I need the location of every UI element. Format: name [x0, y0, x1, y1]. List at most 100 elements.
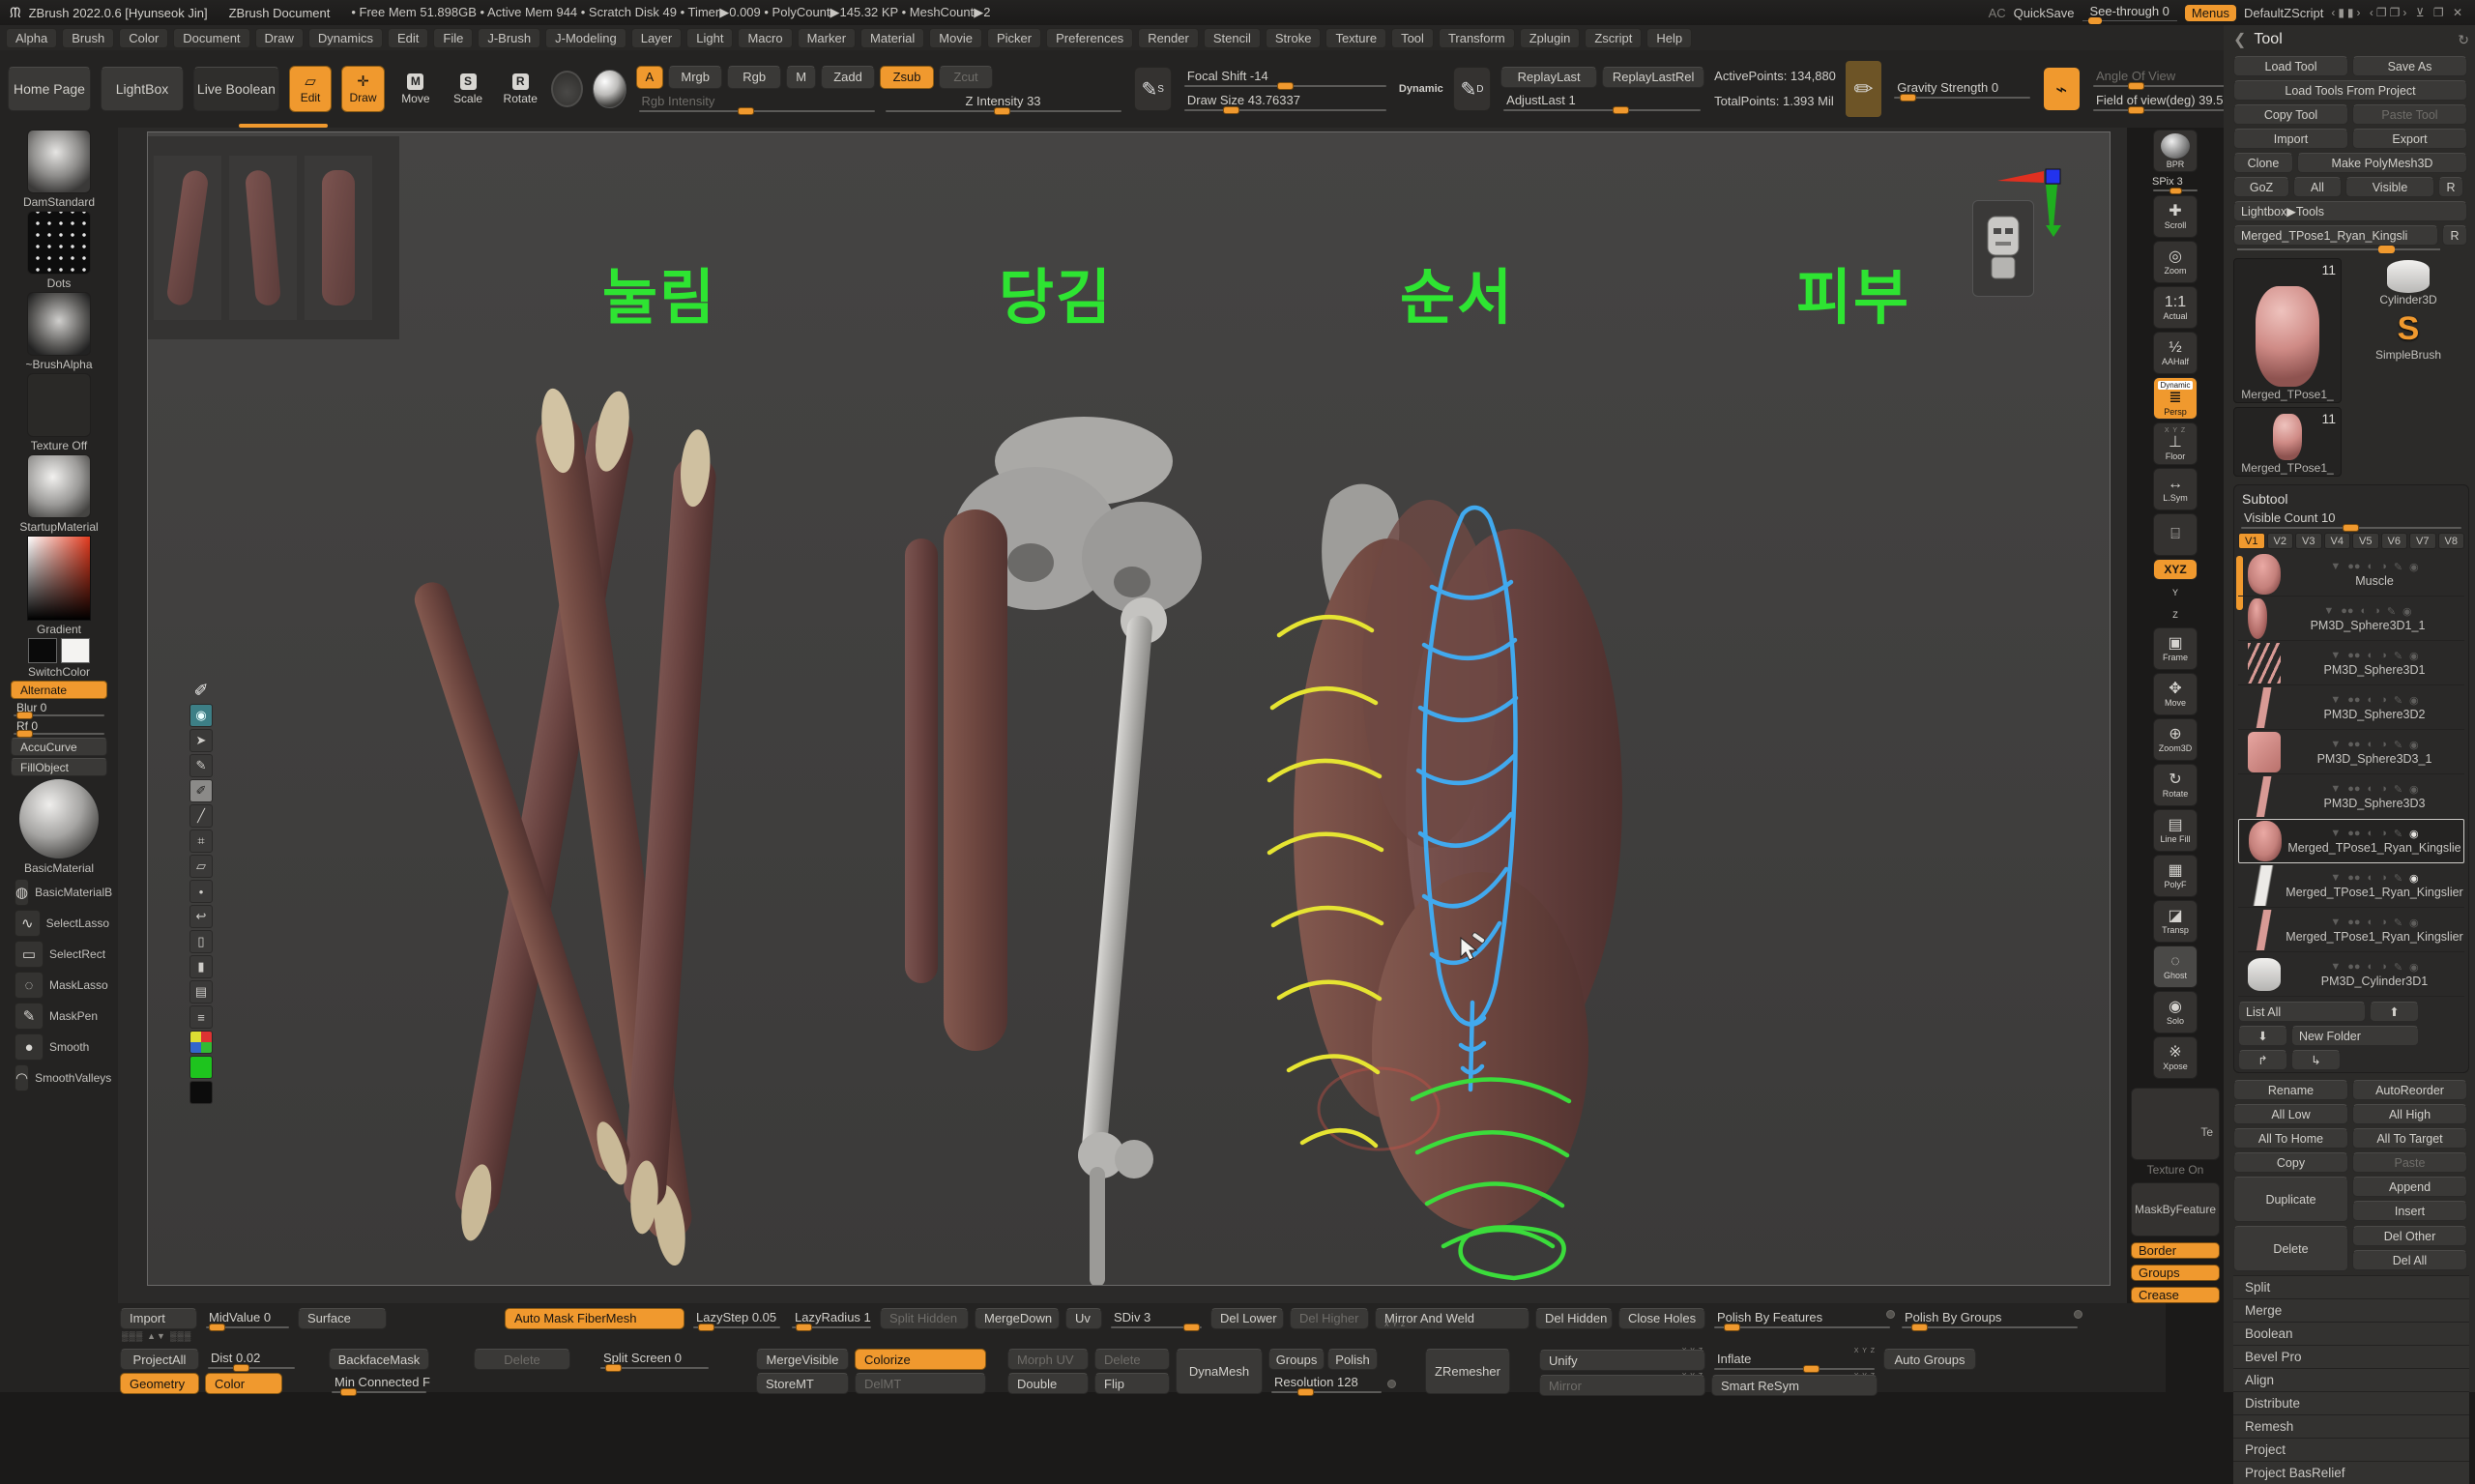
- rgb-intensity-slider[interactable]: Rgb Intensity: [636, 92, 878, 113]
- paste-tool-button[interactable]: Paste Tool: [2352, 104, 2467, 125]
- subtool-mode-icon[interactable]: ◐: [2368, 739, 2374, 751]
- scroll-button[interactable]: ✚Scroll: [2153, 195, 2198, 238]
- dynamesh-button[interactable]: DynaMesh: [1176, 1349, 1263, 1394]
- active-tool-thumbnail[interactable]: 11 Merged_TPose1_: [2233, 258, 2342, 403]
- fillobject-button[interactable]: FillObject: [11, 758, 107, 776]
- current-material-thumbnail[interactable]: [593, 70, 626, 108]
- crease-button[interactable]: Crease: [2131, 1287, 2220, 1303]
- subtool-mode-icon[interactable]: ◐: [2368, 694, 2374, 707]
- subtool-mode-icon[interactable]: ▼: [2330, 828, 2341, 840]
- menu-texture[interactable]: Texture: [1325, 28, 1386, 48]
- new-folder-button[interactable]: New Folder: [2291, 1026, 2419, 1046]
- subtool-mode-icon[interactable]: ◑: [2380, 828, 2387, 840]
- polish-by-groups-slider[interactable]: Polish By Groups: [1899, 1308, 2081, 1329]
- pen-x-icon[interactable]: ✎: [189, 754, 213, 777]
- paint-mode-a[interactable]: A: [636, 66, 664, 89]
- mergedown-button[interactable]: MergeDown: [975, 1308, 1060, 1329]
- menu-help[interactable]: Help: [1646, 28, 1692, 48]
- default-zscript-button[interactable]: DefaultZScript: [2244, 6, 2323, 20]
- duplicate-button[interactable]: Duplicate: [2233, 1177, 2348, 1222]
- copy-tool-button[interactable]: Copy Tool: [2233, 104, 2348, 125]
- subtool-thumbnail[interactable]: [2248, 687, 2281, 728]
- subtool-mode-icon[interactable]: ▼: [2330, 739, 2341, 751]
- active-tool-r-button[interactable]: R: [2442, 225, 2467, 246]
- subtool-mode-icon[interactable]: ◐: [2368, 561, 2374, 573]
- section-project-basrelief[interactable]: Project BasRelief: [2233, 1461, 2469, 1484]
- live-boolean-button[interactable]: Live Boolean: [193, 67, 279, 111]
- subtool-mode-icon[interactable]: ✎: [2394, 961, 2402, 974]
- cylinder3d-tool[interactable]: Cylinder3D: [2347, 258, 2469, 306]
- section-split[interactable]: Split: [2233, 1275, 2469, 1298]
- menu-preferences[interactable]: Preferences: [1046, 28, 1133, 48]
- subtool-tab-v5[interactable]: V5: [2352, 533, 2379, 549]
- subtool-row[interactable]: ▼●●◐◑✎◉PM3D_Cylinder3D1: [2238, 952, 2464, 997]
- all-to-home-button[interactable]: All To Home: [2233, 1128, 2348, 1149]
- subtool-mode-icon[interactable]: ◐: [2368, 961, 2374, 974]
- dynamic-mode-label[interactable]: Dynamic: [1399, 79, 1443, 99]
- subtool-mode-icon[interactable]: ●●: [2347, 739, 2360, 751]
- load-tool-button[interactable]: Load Tool: [2233, 56, 2348, 76]
- visibility-eye-icon[interactable]: ◉: [2409, 828, 2419, 840]
- del-hidden-button[interactable]: Del Hidden: [1535, 1308, 1613, 1329]
- color-button[interactable]: Color: [205, 1373, 282, 1394]
- menu-dynamics[interactable]: Dynamics: [308, 28, 383, 48]
- surface-button[interactable]: Surface: [298, 1308, 387, 1329]
- paint-mode-m[interactable]: M: [786, 66, 816, 89]
- del-higher-button[interactable]: Del Higher: [1290, 1308, 1369, 1329]
- subtool-thumbnail[interactable]: [2248, 732, 2281, 772]
- ruler-icon[interactable]: ⌗: [189, 829, 213, 853]
- folder-out-button[interactable]: ↱: [2238, 1050, 2287, 1070]
- mirror-button[interactable]: Mirror: [1539, 1375, 1705, 1396]
- section-boolean[interactable]: Boolean: [2233, 1322, 2469, 1345]
- colorize-button[interactable]: Colorize: [855, 1349, 986, 1370]
- mirror-and-weld-button[interactable]: X Y ZMirror And Weld: [1375, 1308, 1529, 1329]
- folder-in-button[interactable]: ↳: [2291, 1050, 2341, 1070]
- subtool-up-button[interactable]: ⬆: [2370, 1002, 2419, 1022]
- make-polymesh3d-button[interactable]: Make PolyMesh3D: [2297, 153, 2467, 173]
- subtool-mode-icon[interactable]: ◑: [2373, 605, 2380, 618]
- xpose-button[interactable]: ※Xpose: [2153, 1036, 2198, 1079]
- double-button[interactable]: Double: [1007, 1373, 1089, 1394]
- edit-button[interactable]: ▱ Edit: [289, 66, 332, 112]
- paint-mode-rgb[interactable]: Rgb: [727, 66, 781, 89]
- rotate-y-button[interactable]: Y: [2153, 583, 2198, 602]
- menu-zplugin[interactable]: Zplugin: [1520, 28, 1581, 48]
- subtool-mode-icon[interactable]: ●●: [2347, 872, 2360, 885]
- select-cursor-icon[interactable]: ➤: [189, 729, 213, 752]
- subtool-mode-icon[interactable]: ◑: [2380, 961, 2387, 974]
- clone-button[interactable]: Clone: [2233, 153, 2293, 173]
- delete-button[interactable]: Delete: [474, 1349, 570, 1370]
- basic-material-sphere[interactable]: [18, 778, 100, 859]
- adjust-last-slider[interactable]: AdjustLast 1: [1500, 91, 1703, 112]
- copy-subtool-button[interactable]: Copy: [2233, 1152, 2348, 1173]
- stroke-curve-icon[interactable]: ✎S: [1134, 67, 1172, 111]
- camera-icon[interactable]: ⌁: [2043, 67, 2081, 111]
- quick-tool-selectlasso[interactable]: ∿SelectLasso: [9, 910, 109, 937]
- subtool-mode-icon[interactable]: ◐: [2361, 605, 2368, 618]
- backfacemask-button[interactable]: BackfaceMask: [329, 1349, 429, 1370]
- transp-button[interactable]: ◪Transp: [2153, 900, 2198, 943]
- draw-size-slider[interactable]: Draw Size 43.76337: [1181, 91, 1389, 112]
- draw-button[interactable]: ✛ Draw: [341, 66, 384, 112]
- dot-tool-icon[interactable]: •: [189, 880, 213, 903]
- previous-tool-thumbnail[interactable]: 11 Merged_TPose1_: [2233, 407, 2342, 477]
- subtool-row[interactable]: ▼●●◐◑✎◉Muscle: [2238, 552, 2464, 597]
- visibility-eye-icon[interactable]: ◉: [2409, 872, 2419, 885]
- del-lower-button[interactable]: Del Lower: [1210, 1308, 1284, 1329]
- polyf-button[interactable]: ▦PolyF: [2153, 855, 2198, 897]
- menu-color[interactable]: Color: [119, 28, 168, 48]
- menu-alpha[interactable]: Alpha: [6, 28, 57, 48]
- subtool-mode-icon[interactable]: ●●: [2347, 828, 2360, 840]
- scale-button[interactable]: S Scale: [447, 66, 489, 112]
- groups-button[interactable]: Groups: [2131, 1265, 2220, 1281]
- subtool-mode-icon[interactable]: ◑: [2380, 783, 2387, 796]
- split-screen-slider[interactable]: Split Screen 0: [597, 1349, 712, 1370]
- subtool-mode-icon[interactable]: ▼: [2323, 605, 2334, 618]
- menu-marker[interactable]: Marker: [798, 28, 856, 48]
- subtool-mode-icon[interactable]: ●●: [2347, 650, 2360, 662]
- accucurve-button[interactable]: AccuCurve: [11, 738, 107, 756]
- subtool-tab-v4[interactable]: V4: [2324, 533, 2351, 549]
- menu-material[interactable]: Material: [860, 28, 924, 48]
- subtool-thumbnail[interactable]: [2248, 865, 2281, 906]
- storemt-button[interactable]: StoreMT: [756, 1373, 849, 1394]
